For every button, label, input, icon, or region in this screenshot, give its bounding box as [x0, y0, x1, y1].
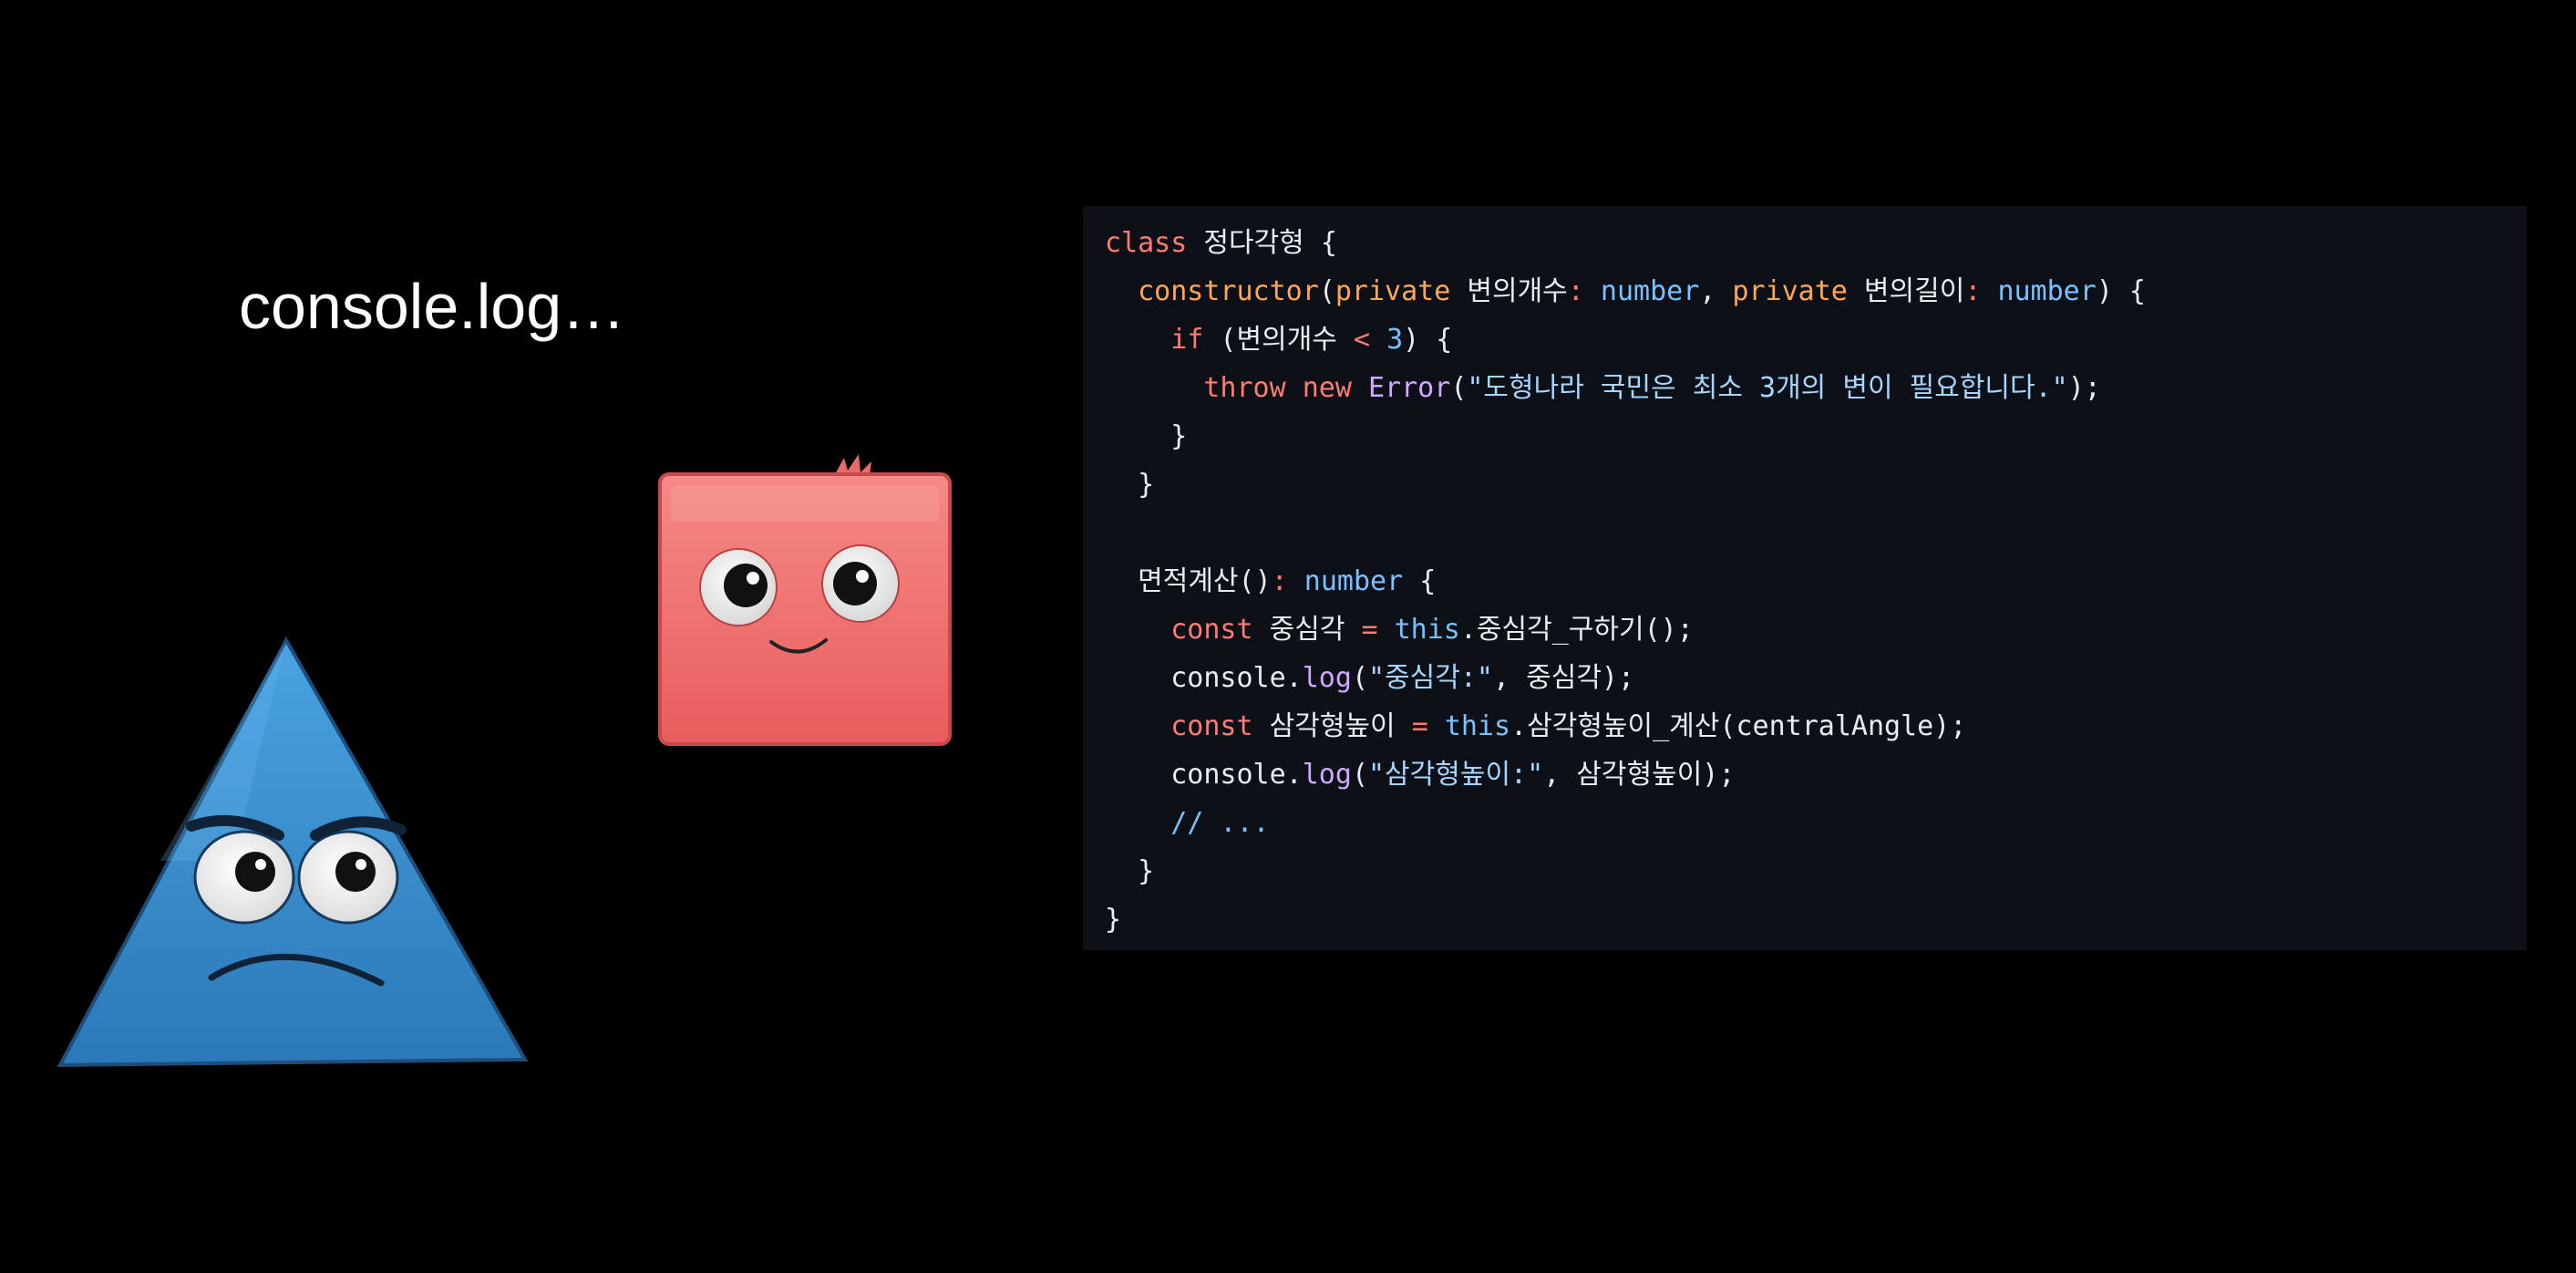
code-token: if: [1170, 324, 1204, 356]
code-token: private: [1732, 275, 1864, 307]
code-line: }: [1105, 412, 2518, 461]
code-token: "중심각:": [1368, 662, 1493, 694]
code-token: log: [1302, 662, 1352, 694]
code-block: class 정다각형 { constructor(private 변의개수: n…: [1105, 219, 2518, 941]
code-token: number: [1600, 275, 1700, 307]
code-token: constructor: [1138, 275, 1319, 307]
code-line: }: [1105, 461, 2518, 509]
code-token: 면적계산: [1138, 565, 1239, 597]
code-token: .삼각형높이_계산(centralAngle);: [1510, 710, 1967, 742]
code-line: if (변의개수 < 3) {: [1105, 316, 2518, 364]
code-token: ) {: [2096, 275, 2146, 307]
code-token: :: [1567, 275, 1601, 307]
code-token: console.: [1170, 759, 1303, 791]
code-line: }: [1105, 895, 2518, 944]
code-token: private: [1334, 275, 1468, 307]
code-token: this: [1444, 710, 1511, 742]
smiling-red-square-character-icon: [653, 449, 963, 755]
code-token: 삼각형높이: [1269, 710, 1412, 742]
code-token: (: [1318, 275, 1335, 307]
code-token: 중심각: [1269, 614, 1362, 646]
code-line: console.log("삼각형높이:", 삼각형높이);: [1105, 750, 2518, 799]
code-token: 변의개수: [1467, 275, 1568, 307]
code-token: 정다각형 {: [1203, 227, 1337, 259]
code-line: throw new Error("도형나라 국민은 최소 3개의 변이 필요합니…: [1105, 364, 2518, 412]
code-token: , 삼각형높이);: [1543, 759, 1736, 791]
code-token: // ...: [1170, 807, 1270, 839]
code-token: number: [1997, 275, 2097, 307]
code-token: log: [1302, 759, 1352, 791]
code-token: class: [1105, 227, 1204, 259]
code-token: :: [1964, 275, 1998, 307]
grumpy-blue-triangle-character-icon: [51, 633, 543, 1071]
code-token: this: [1394, 614, 1460, 646]
code-snippet-panel: class 정다각형 { constructor(private 변의개수: n…: [1083, 206, 2527, 950]
code-token: throw new: [1203, 372, 1368, 404]
code-line: const 삼각형높이 = this.삼각형높이_계산(centralAngle…: [1105, 702, 2518, 750]
code-token: ,: [1699, 275, 1733, 307]
slide: console.log… class 정다각형 {constructor(pr…: [0, 0, 2576, 1273]
code-token: }: [1105, 469, 1155, 501]
code-token: (: [1450, 372, 1468, 404]
code-token: const: [1170, 710, 1270, 742]
code-token: const: [1170, 614, 1270, 646]
code-token: (): [1238, 565, 1272, 597]
code-line: 면적계산(): number {: [1105, 557, 2518, 605]
code-line: // ...: [1105, 799, 2518, 847]
code-token: , 중심각);: [1493, 662, 1635, 694]
code-token: }: [1105, 420, 1188, 452]
code-token: ) {: [1403, 324, 1453, 356]
code-line: class 정다각형 {: [1105, 219, 2518, 267]
code-token: {: [1403, 565, 1437, 597]
code-token: =: [1361, 614, 1378, 646]
code-line: }: [1105, 847, 2518, 895]
code-token: }: [1105, 855, 1155, 887]
code-token: .중심각_구하기();: [1459, 614, 1694, 646]
code-token: (: [1351, 662, 1368, 694]
code-token: (변의개수: [1203, 324, 1354, 356]
code-token: 3: [1386, 324, 1404, 356]
caption-text: console.log…: [239, 271, 626, 342]
code-token: }: [1105, 904, 1122, 936]
code-token: number: [1303, 565, 1404, 597]
code-token: (: [1351, 759, 1368, 791]
code-line: console.log("중심각:", 중심각);: [1105, 654, 2518, 702]
code-token: Error: [1368, 372, 1451, 404]
code-token: "삼각형높이:": [1368, 759, 1544, 791]
code-token: );: [2067, 372, 2101, 404]
code-token: <: [1353, 324, 1371, 356]
code-token: console.: [1170, 662, 1303, 694]
code-line: constructor(private 변의개수: number, privat…: [1105, 267, 2518, 316]
code-token: =: [1411, 710, 1428, 742]
code-token: "도형나라 국민은 최소 3개의 변이 필요합니다.": [1467, 372, 2068, 404]
code-token: 변의길이: [1863, 275, 1965, 307]
code-line: const 중심각 = this.중심각_구하기();: [1105, 605, 2518, 654]
code-token: :: [1271, 565, 1304, 597]
